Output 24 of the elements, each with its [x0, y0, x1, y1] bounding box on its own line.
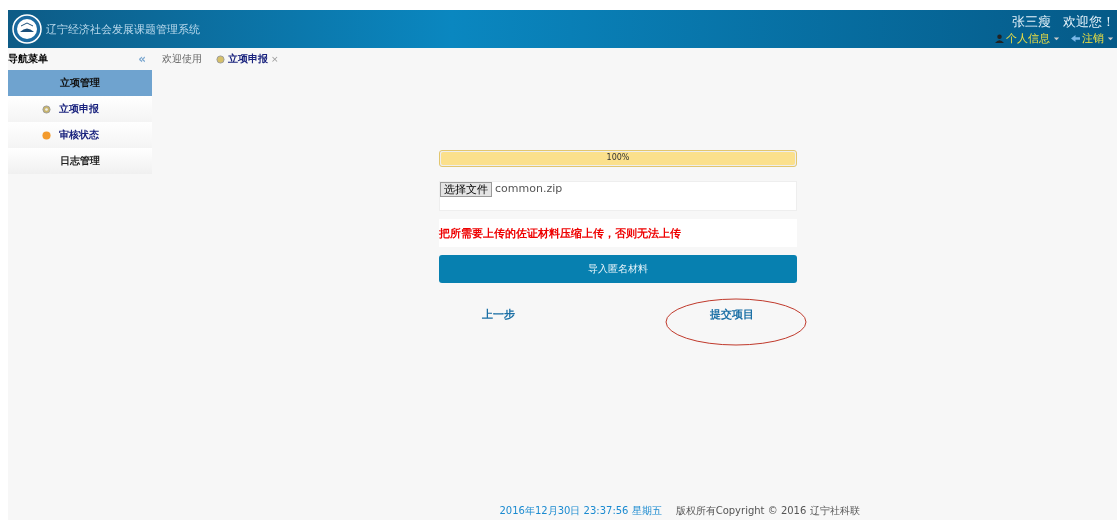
menu-group-header[interactable]: 日志管理 [8, 148, 152, 174]
arrow-icon [1071, 33, 1080, 43]
menu-item-label: 立项申报 [59, 102, 99, 116]
choose-file-button[interactable]: 选择文件 [440, 182, 492, 197]
import-button[interactable]: 导入匿名材料 [439, 255, 797, 283]
welcome-text: 张三瘦 欢迎您！ [1011, 12, 1115, 31]
menu-item-label: 审核状态 [59, 128, 99, 142]
app-title: 辽宁经济社会发展课题管理系统 [46, 21, 201, 37]
date-time: 2016年12月30日 23:37:56 星期五 [499, 504, 662, 518]
file-field[interactable]: 选择文件 common.zip [439, 181, 797, 211]
sidebar-title: 导航菜单 [8, 52, 48, 66]
copyright-text: 版权所有Copyright © 2016 辽宁社科联 [675, 504, 860, 518]
user-icon [995, 33, 1004, 43]
file-name: common.zip [495, 182, 563, 195]
tab[interactable]: 立项申报 × [216, 52, 279, 66]
previous-link[interactable]: 上一步 [482, 307, 515, 322]
emblem-icon [12, 14, 42, 44]
progress-reading: 100% [605, 153, 631, 162]
warning-text: 把所需要上传的佐证材料压缩上传，否则无法上传 [439, 225, 681, 241]
submit-link[interactable]: 提交项目 [710, 307, 754, 322]
profile-menu[interactable]: 个人信息 [995, 30, 1061, 46]
logout-menu[interactable]: 注销 [1071, 30, 1115, 46]
menu-group-header[interactable]: 立项管理 [8, 70, 152, 96]
tab[interactable]: 欢迎使用 [162, 52, 202, 66]
